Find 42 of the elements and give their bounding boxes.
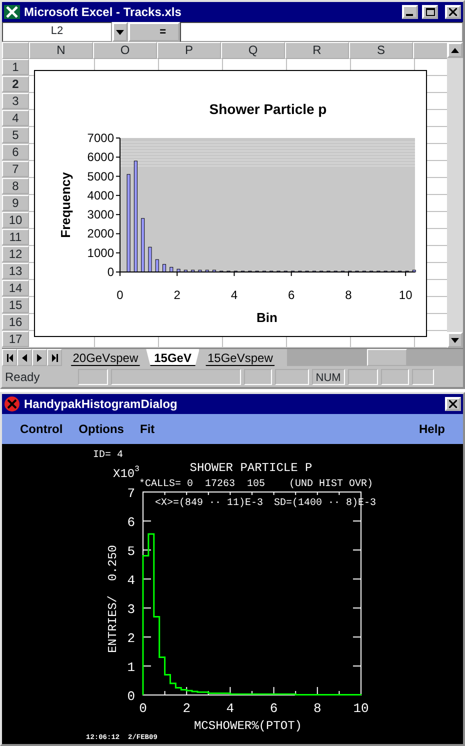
tick-label: 8 bbox=[345, 288, 352, 302]
histogram-id: ID= 4 bbox=[93, 450, 124, 461]
chart-title: Shower Particle p bbox=[209, 101, 327, 117]
tick-label: 0 bbox=[107, 265, 114, 279]
tick-label: 4 bbox=[230, 288, 238, 302]
tick-label: 2 bbox=[174, 288, 180, 302]
tick-label: 4 bbox=[127, 573, 135, 588]
tick-label: 2 bbox=[182, 701, 190, 716]
axis-title: ENTRIES/ 0.250 bbox=[106, 544, 120, 654]
tick-label: 8 bbox=[314, 701, 322, 716]
tick-label: 3 bbox=[127, 602, 135, 617]
tick-label: 6000 bbox=[87, 150, 114, 164]
tick-label: 2000 bbox=[87, 226, 114, 241]
tick-label: 7000 bbox=[87, 131, 114, 145]
axis-title: Bin bbox=[256, 310, 278, 325]
status-indicator: NUM bbox=[312, 369, 345, 385]
tick-label: 3000 bbox=[87, 208, 114, 222]
tick-label: 0 bbox=[139, 701, 147, 716]
tick-label: 4 bbox=[226, 701, 234, 716]
tick-label: 1 bbox=[127, 660, 135, 675]
tick-label: 7 bbox=[127, 486, 135, 501]
tick-label: 4000 bbox=[87, 188, 114, 202]
tick-label: 1000 bbox=[87, 246, 114, 260]
window-title: HandypakHistogramDialog bbox=[24, 396, 178, 413]
tick-label: 6 bbox=[270, 701, 278, 716]
tick-label: 10 bbox=[353, 701, 369, 716]
window-title: Microsoft Excel - Tracks.xls bbox=[24, 4, 182, 21]
chart-title: SHOWER PARTICLE P bbox=[190, 461, 312, 475]
axis-title: Frequency bbox=[58, 172, 73, 238]
tick-label: 2 bbox=[127, 631, 135, 646]
axis-title: MCSHOWER%(PTOT) bbox=[194, 719, 302, 733]
tick-label: 5000 bbox=[87, 169, 114, 184]
status-text: Ready bbox=[5, 369, 41, 386]
tick-label: 0 bbox=[116, 288, 124, 302]
tick-label: 6 bbox=[288, 288, 295, 302]
tick-label: 6 bbox=[127, 515, 135, 530]
mean-value: <X>=(849 ·· 11)E-3 bbox=[155, 498, 264, 509]
stats-line: *CALLS= 0 17263 105 (UND HIST OVR) bbox=[139, 479, 374, 490]
scale-factor: X10$^{3}$ bbox=[113, 465, 140, 481]
tick-label: 10 bbox=[398, 288, 412, 302]
tick-label: 0 bbox=[127, 689, 135, 704]
tick-label: 5 bbox=[127, 544, 135, 559]
